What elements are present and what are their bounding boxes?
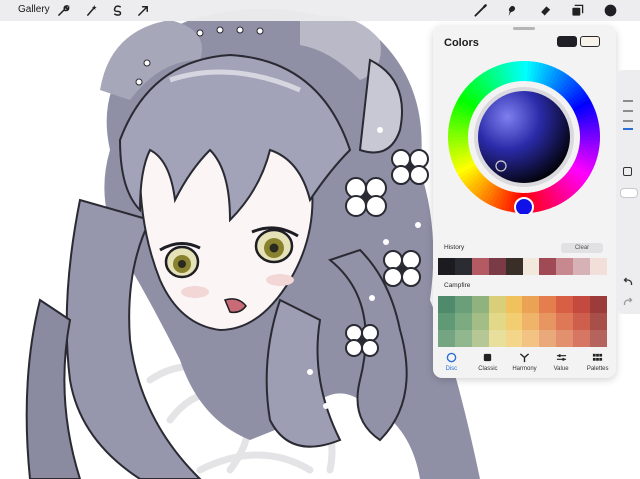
palette-swatch[interactable]	[438, 313, 455, 330]
palette-swatch[interactable]	[556, 313, 574, 330]
wrench-icon[interactable]	[56, 3, 71, 18]
palette-swatch[interactable]	[556, 296, 574, 313]
undo-icon[interactable]	[622, 276, 634, 288]
tab-label: Value	[553, 366, 569, 372]
primary-color-swatch[interactable]	[557, 36, 577, 47]
palette-swatch[interactable]	[471, 313, 489, 330]
palette-swatch[interactable]	[454, 330, 472, 347]
redo-icon[interactable]	[622, 296, 634, 308]
eraser-icon[interactable]	[538, 3, 553, 18]
color-disc[interactable]	[447, 60, 601, 214]
palette-swatch[interactable]	[539, 313, 557, 330]
palette-swatch[interactable]	[590, 313, 607, 330]
tab-label: Classic	[478, 366, 498, 372]
palette-swatch[interactable]	[438, 330, 455, 347]
history-swatch[interactable]	[573, 258, 591, 275]
history-swatch[interactable]	[454, 258, 472, 275]
secondary-color-swatch[interactable]	[580, 36, 600, 47]
smudge-icon[interactable]	[504, 3, 519, 18]
history-swatch[interactable]	[488, 258, 506, 275]
palette-swatch[interactable]	[505, 296, 523, 313]
right-sidebar	[616, 70, 640, 314]
brush-size-slider[interactable]	[616, 90, 640, 160]
history-swatch[interactable]	[590, 258, 608, 275]
classic-square-icon	[484, 353, 492, 362]
gallery-button[interactable]: Gallery	[18, 4, 50, 15]
palette-swatch[interactable]	[488, 296, 506, 313]
color-picker-dot[interactable]	[603, 3, 618, 18]
palette-label: Campfire	[444, 282, 471, 289]
history-swatch[interactable]	[539, 258, 557, 275]
value-sliders-icon	[556, 354, 566, 361]
brush-icon[interactable]	[473, 3, 488, 18]
opacity-slider[interactable]	[620, 188, 638, 198]
palette-swatch[interactable]	[522, 296, 540, 313]
harmony-icon	[519, 353, 530, 363]
top-toolbar: Gallery	[0, 0, 640, 21]
palette-swatch[interactable]	[590, 296, 607, 313]
history-swatch[interactable]	[471, 258, 489, 275]
tab-disc[interactable]: Disc	[433, 352, 470, 376]
selection-icon[interactable]	[110, 3, 125, 18]
history-swatch[interactable]	[505, 258, 523, 275]
history-swatch[interactable]	[522, 258, 540, 275]
palette-swatch[interactable]	[573, 330, 591, 347]
palette-swatch[interactable]	[488, 330, 506, 347]
tab-harmony[interactable]: Harmony	[506, 352, 543, 376]
palette-swatch[interactable]	[522, 313, 540, 330]
palette-swatch[interactable]	[556, 330, 574, 347]
palette-swatch[interactable]	[505, 330, 523, 347]
history-swatch[interactable]	[438, 258, 455, 275]
panel-drag-handle[interactable]	[513, 27, 535, 30]
palette-swatch[interactable]	[539, 296, 557, 313]
palettes-grid-icon	[593, 353, 603, 361]
campfire-palette	[438, 296, 607, 347]
tab-classic[interactable]: Classic	[470, 352, 507, 376]
color-mode-tabs: Disc Classic Harmony Value Palettes	[433, 352, 616, 376]
modify-button[interactable]	[623, 167, 632, 176]
tab-value[interactable]: Value	[543, 352, 580, 376]
panel-title: Colors	[444, 37, 479, 49]
saturation-brightness-disc[interactable]	[478, 91, 570, 183]
palette-swatch[interactable]	[454, 313, 472, 330]
history-swatch[interactable]	[556, 258, 574, 275]
clear-history-button[interactable]: Clear	[561, 243, 603, 253]
palette-swatch[interactable]	[522, 330, 540, 347]
disc-icon	[446, 352, 457, 363]
current-color-swatch	[604, 4, 617, 17]
palette-swatch[interactable]	[573, 296, 591, 313]
transform-icon[interactable]	[136, 3, 151, 18]
palette-swatch[interactable]	[590, 330, 607, 347]
layers-icon[interactable]	[570, 3, 585, 18]
magic-wand-icon[interactable]	[84, 3, 99, 18]
tab-label: Harmony	[512, 366, 537, 372]
palette-swatch[interactable]	[539, 330, 557, 347]
palette-swatch[interactable]	[438, 296, 455, 313]
palette-swatch[interactable]	[471, 330, 489, 347]
tab-palettes[interactable]: Palettes	[579, 352, 616, 376]
palette-swatch[interactable]	[471, 296, 489, 313]
colors-panel: Colors History Clear Campfire Disc Class…	[433, 26, 616, 378]
history-swatches	[438, 258, 608, 275]
palette-swatch[interactable]	[488, 313, 506, 330]
tab-label: Palettes	[586, 366, 609, 372]
history-label: History	[444, 244, 465, 251]
palette-swatch[interactable]	[454, 296, 472, 313]
hue-selector-handle[interactable]	[514, 197, 534, 214]
tab-label: Disc	[445, 366, 458, 372]
palette-swatch[interactable]	[573, 313, 591, 330]
palette-swatch[interactable]	[505, 313, 523, 330]
